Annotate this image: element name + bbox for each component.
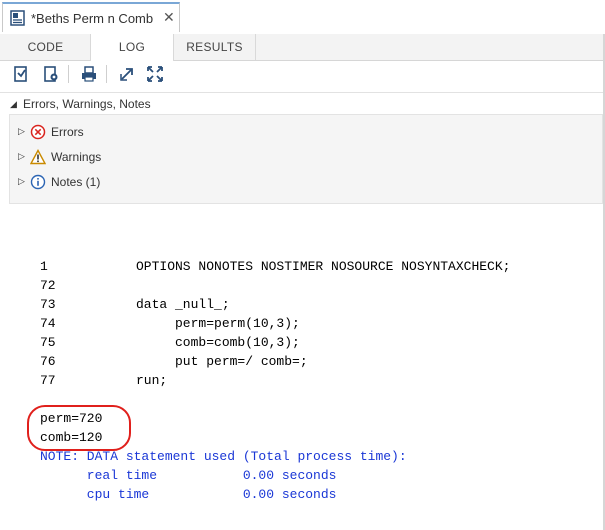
close-icon[interactable]: ✕ — [163, 9, 175, 26]
log-note-line: cpu time 0.00 seconds — [40, 487, 337, 502]
messages-row-warnings[interactable]: ▷ Warnings — [10, 146, 602, 168]
log-line-number: 75 — [40, 335, 56, 350]
highlight-circle — [27, 405, 131, 451]
expand-caret-icon[interactable]: ▷ — [18, 176, 25, 187]
document-tab-strip: *Beths Perm n Comb ✕ — [0, 0, 605, 35]
toolbar-separator — [106, 65, 107, 83]
messages-row-label: Errors — [51, 125, 84, 139]
log-line-number: 72 — [40, 278, 56, 293]
log-line-number: 74 — [40, 316, 56, 331]
messages-row-label: Notes (1) — [51, 175, 101, 189]
warning-icon — [30, 149, 46, 165]
log-settings-icon[interactable] — [42, 65, 60, 83]
messages-row-errors[interactable]: ▷ Errors — [10, 121, 602, 143]
expand-caret-icon[interactable]: ▷ — [18, 151, 25, 162]
tab-results[interactable]: RESULTS — [174, 34, 256, 60]
document-tab-title: *Beths Perm n Comb — [31, 11, 154, 26]
print-icon[interactable] — [80, 65, 98, 83]
messages-row-notes[interactable]: ▷ Notes (1) — [10, 171, 602, 193]
collapse-icon[interactable]: ◢ — [10, 99, 17, 110]
log-output: 1 OPTIONS NONOTES NOSTIMER NOSOURCE NOSY… — [0, 204, 605, 530]
messages-panel: ▷ Errors ▷ Warnings ▷ Notes (1) — [9, 114, 603, 204]
log-code-line: comb=comb(10,3); — [136, 335, 300, 350]
messages-row-label: Warnings — [51, 150, 102, 164]
messages-section-title: Errors, Warnings, Notes — [23, 97, 151, 111]
view-tabs: CODE LOG RESULTS — [0, 34, 605, 61]
log-note-line: NOTE: DATA statement used (Total process… — [40, 449, 407, 464]
log-code-line: OPTIONS NONOTES NOSTIMER NOSOURCE NOSYNT… — [136, 259, 511, 274]
tab-code[interactable]: CODE — [0, 34, 92, 60]
log-toolbar — [0, 61, 605, 88]
log-line-number: 1 — [40, 259, 48, 274]
error-icon — [30, 124, 46, 140]
log-code-line: run; — [136, 373, 168, 388]
tab-log[interactable]: LOG — [90, 34, 174, 61]
program-file-icon — [10, 10, 25, 26]
toolbar-separator — [68, 65, 69, 83]
expand-caret-icon[interactable]: ▷ — [18, 126, 25, 137]
expand-icon[interactable] — [118, 65, 136, 83]
info-icon — [30, 174, 46, 190]
log-line-number: 73 — [40, 297, 56, 312]
log-line-number: 77 — [40, 373, 56, 388]
document-tab[interactable]: *Beths Perm n Comb ✕ — [2, 2, 180, 32]
log-code-line: perm=perm(10,3); — [136, 316, 300, 331]
maximize-icon[interactable] — [146, 65, 164, 83]
log-icon[interactable] — [12, 65, 30, 83]
log-line-number: 76 — [40, 354, 56, 369]
messages-section-header[interactable]: ◢ Errors, Warnings, Notes — [0, 92, 605, 115]
log-note-line: real time 0.00 seconds — [40, 468, 337, 483]
log-code-line: put perm=/ comb=; — [136, 354, 308, 369]
log-code-line: data _null_; — [136, 297, 230, 312]
